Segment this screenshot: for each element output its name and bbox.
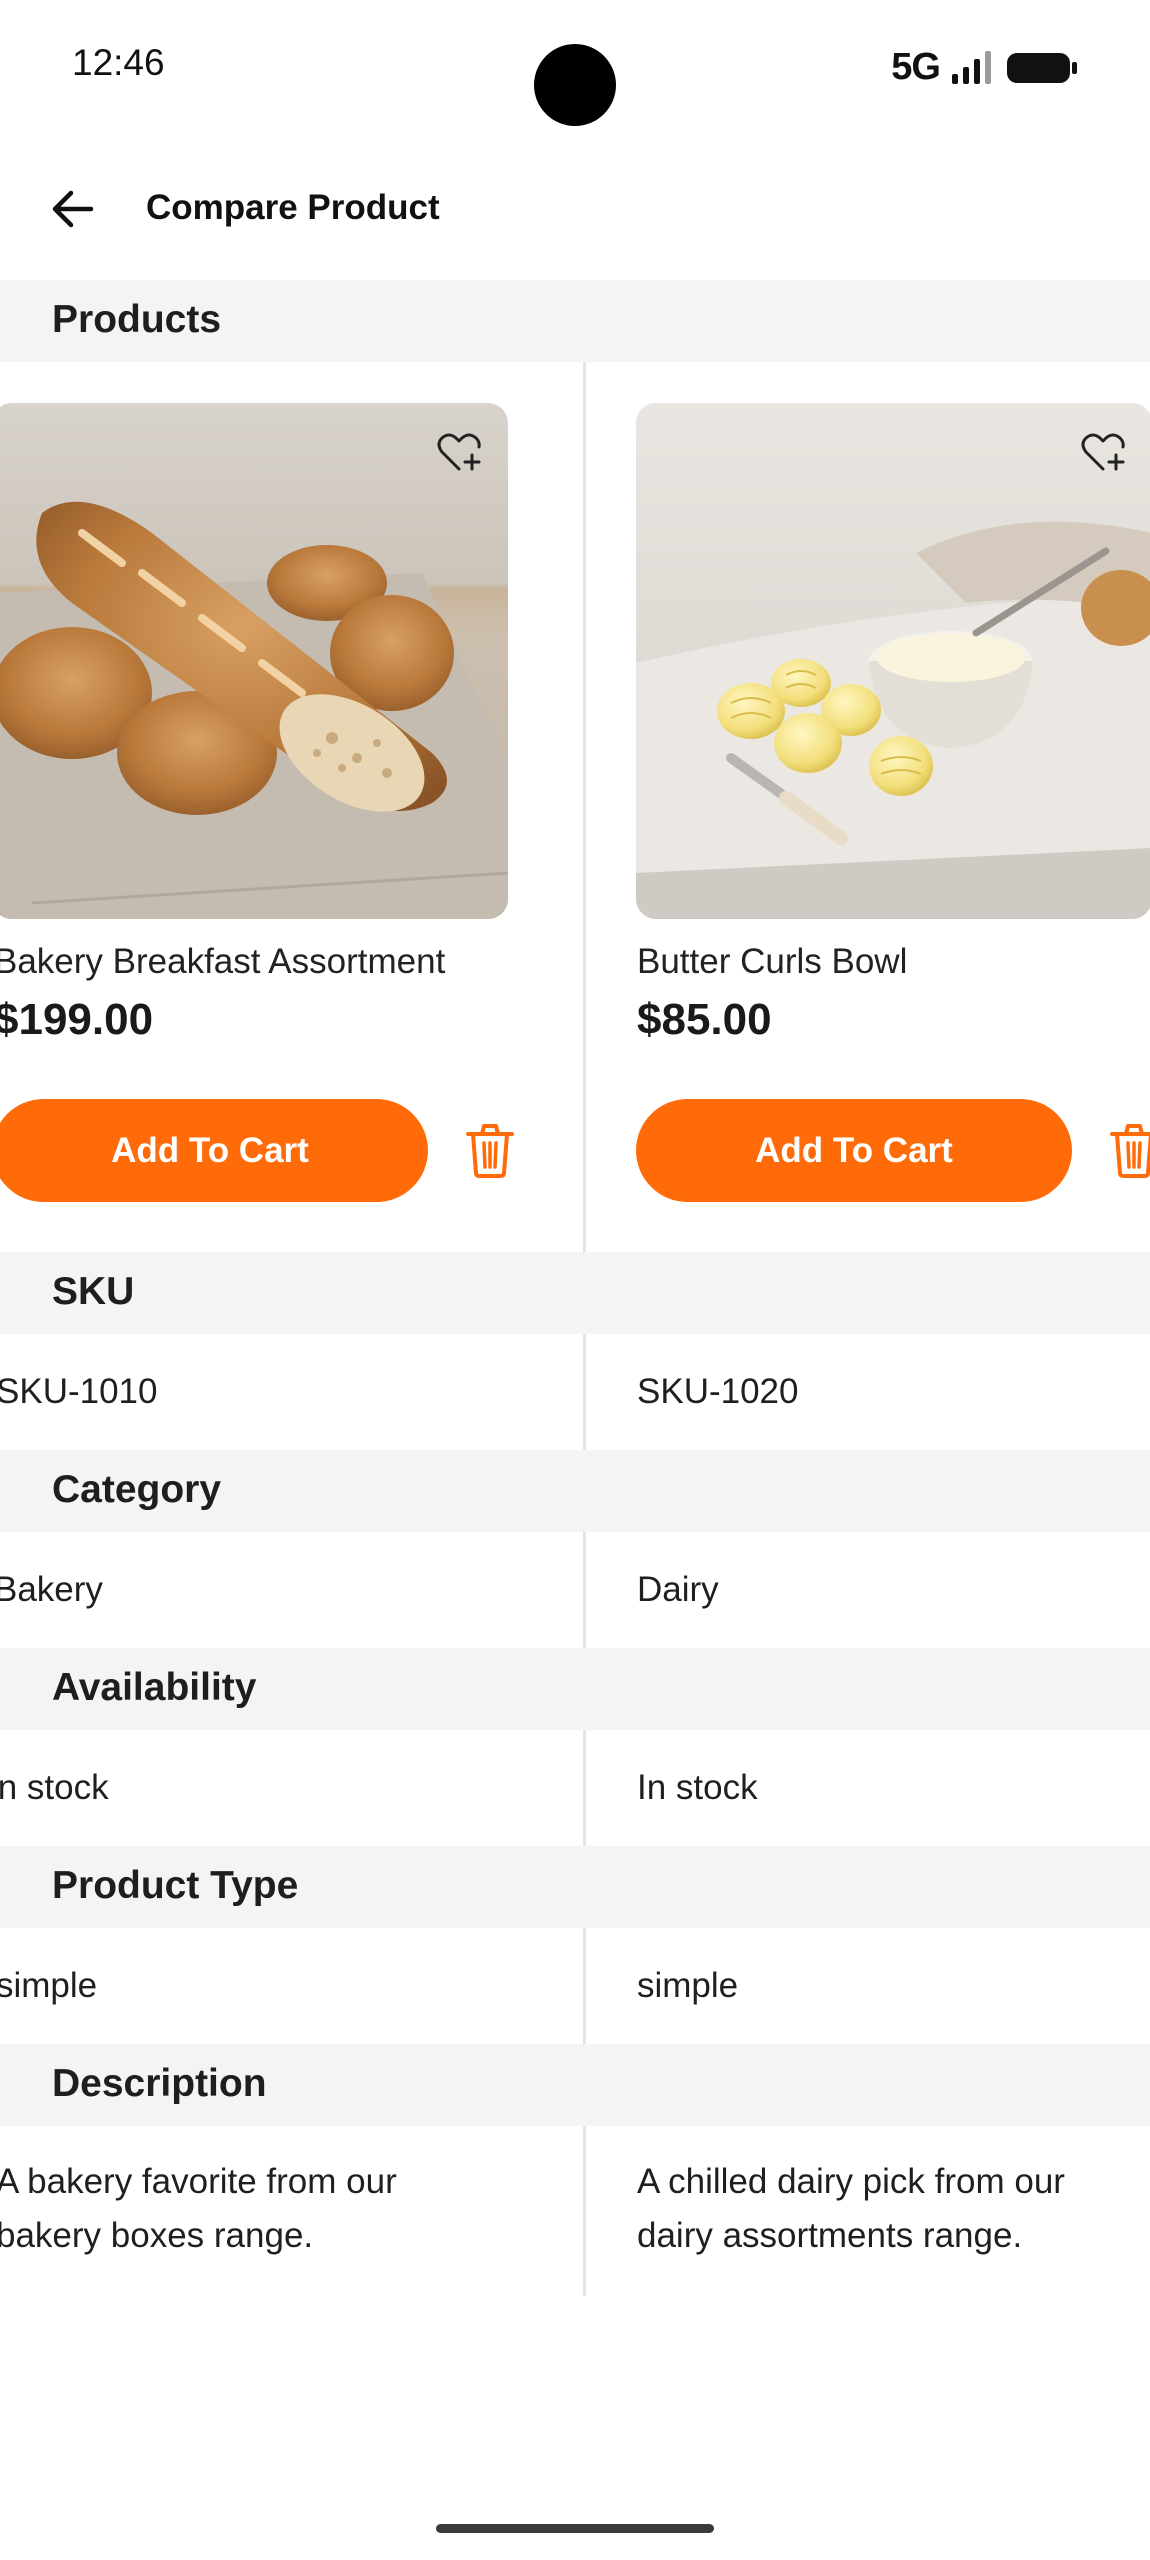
battery-icon (1007, 52, 1077, 83)
trash-icon (466, 1124, 514, 1178)
column-divider (583, 1730, 586, 1846)
section-header-category: Category (0, 1450, 1150, 1532)
bread-image (0, 403, 508, 919)
back-button[interactable] (38, 175, 106, 243)
status-time: 12:46 (72, 42, 165, 83)
product-type-value: simple (0, 1966, 98, 2005)
product-image-butter[interactable] (636, 403, 1150, 919)
status-indicators: 5G (891, 46, 1078, 89)
home-indicator[interactable] (436, 2524, 714, 2533)
product-name[interactable]: Bakery Breakfast Assortment (0, 942, 445, 982)
network-type: 5G (891, 46, 941, 88)
column-divider (583, 1334, 586, 1450)
app-bar: Compare Product (0, 150, 1150, 265)
product-price: $85.00 (637, 995, 772, 1044)
remove-product-button[interactable] (1106, 1120, 1150, 1182)
sku-value: SKU-1020 (637, 1372, 799, 1411)
product-image-bread[interactable] (0, 403, 508, 919)
column-divider (583, 1928, 586, 2044)
section-title-availability: Availability (52, 1666, 257, 1709)
section-title-product-type: Product Type (52, 1864, 299, 1907)
heart-plus-icon (437, 433, 481, 471)
description-value: A chilled dairy pick from our dairy asso… (637, 2162, 1065, 2255)
category-value: Dairy (637, 1570, 719, 1609)
product-type-value: simple (637, 1966, 739, 2005)
section-header-description: Description (0, 2044, 1150, 2126)
column-divider (583, 1532, 586, 1648)
page-title: Compare Product (146, 188, 440, 227)
section-title-products: Products (52, 298, 222, 341)
wishlist-button[interactable] (1075, 424, 1131, 480)
section-title-category: Category (52, 1468, 222, 1511)
heart-plus-icon (1081, 433, 1125, 471)
section-title-description: Description (52, 2062, 267, 2105)
add-to-cart-button[interactable]: Add To Cart (636, 1099, 1072, 1202)
butter-image (636, 403, 1150, 919)
status-bar: 12:46 5G (0, 0, 1150, 135)
column-divider (583, 362, 586, 1252)
sku-value: SKU-1010 (0, 1372, 158, 1411)
section-header-sku: SKU (0, 1252, 1150, 1334)
category-value: Bakery (0, 1570, 103, 1609)
description-value: A bakery favorite from our bakery boxes … (0, 2162, 397, 2255)
availability-value: In stock (637, 1768, 758, 1807)
wishlist-button[interactable] (431, 424, 487, 480)
product-price: $199.00 (0, 995, 154, 1044)
trash-icon (1110, 1124, 1150, 1178)
product-name[interactable]: Butter Curls Bowl (637, 942, 907, 982)
signal-icon (952, 50, 991, 84)
remove-product-button[interactable] (462, 1120, 518, 1182)
section-header-products: Products (0, 280, 1150, 362)
compare-product-screen: 12:46 5G Compare Product Products Bakery… (0, 0, 1150, 2560)
arrow-left-icon (52, 190, 94, 228)
availability-value: In stock (0, 1768, 109, 1807)
section-header-product-type: Product Type (0, 1846, 1150, 1928)
add-to-cart-button[interactable]: Add To Cart (0, 1099, 428, 1202)
section-header-availability: Availability (0, 1648, 1150, 1730)
column-divider (583, 2126, 586, 2296)
section-title-sku: SKU (52, 1270, 135, 1313)
camera-cutout (534, 44, 616, 126)
